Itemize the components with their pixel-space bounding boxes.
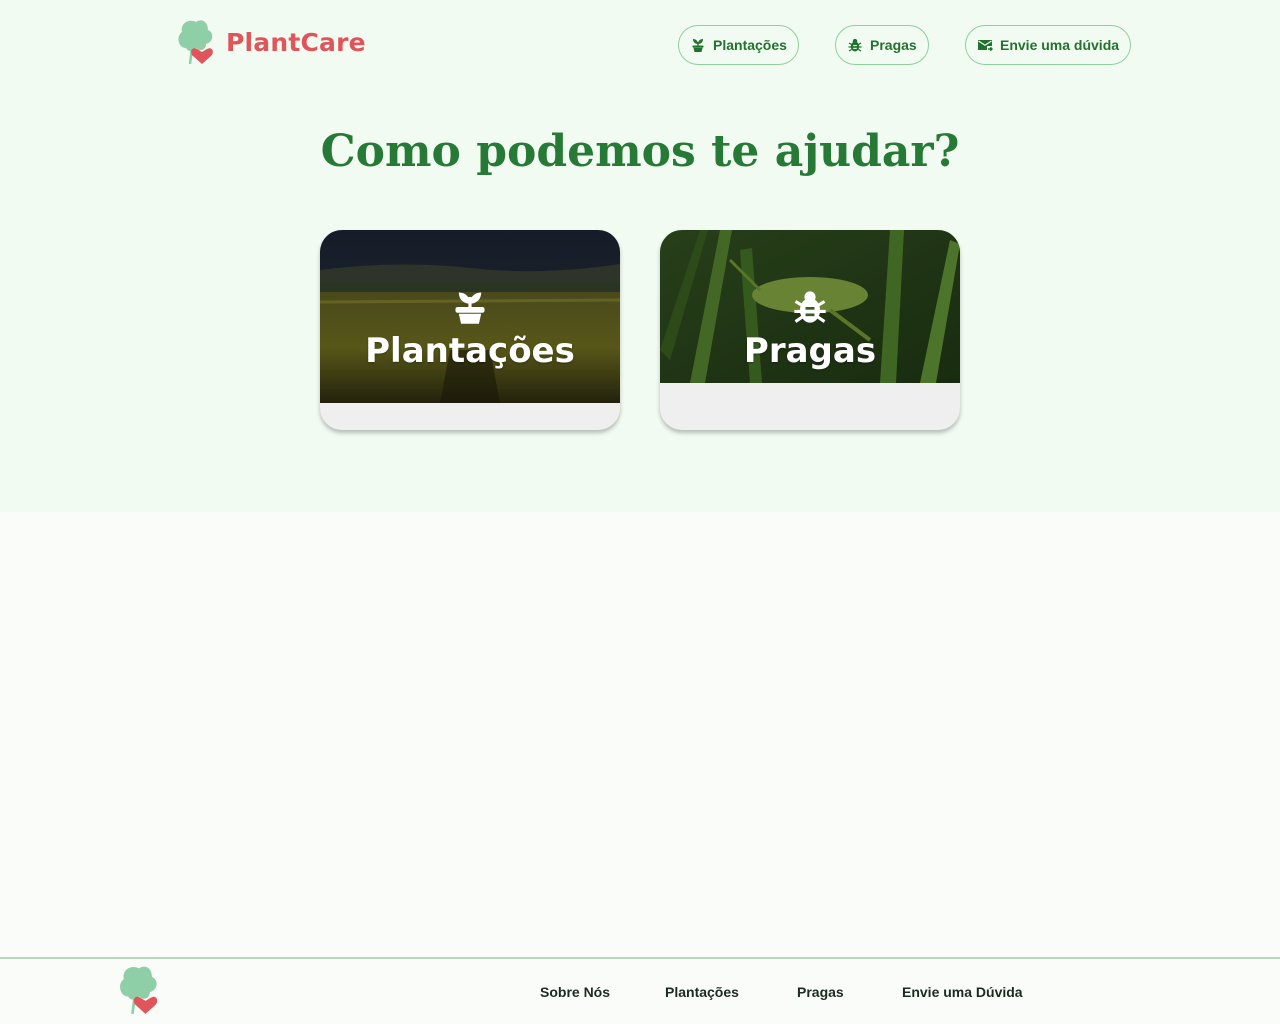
card-content: Plantações (320, 288, 620, 371)
nav-button-plantacoes[interactable]: Plantações (678, 25, 799, 65)
nav-button-pragas[interactable]: Pragas (835, 25, 929, 65)
sprout-pot-icon (455, 292, 485, 324)
footer-link-pragas[interactable]: Pragas (797, 984, 844, 1000)
page-title: Como podemos te ajudar? (320, 126, 960, 177)
nav-button-envie-duvida[interactable]: Envie uma dúvida (965, 25, 1132, 65)
top-section: PlantCare Plantações Pragas Envie uma dú… (0, 0, 1280, 512)
mail-send-icon (978, 40, 993, 52)
logo[interactable]: PlantCare (176, 18, 366, 66)
card-label: Plantações (365, 331, 575, 371)
footer: Sobre Nós Plantações Pragas Envie uma Dú… (0, 957, 1280, 1024)
plant-heart-logo-icon (120, 966, 158, 1015)
card-plantacoes[interactable]: Plantações (320, 230, 620, 430)
nav-label: Plantações (713, 37, 787, 53)
brand-name: PlantCare (226, 27, 366, 57)
footer-link-plantacoes[interactable]: Plantações (665, 984, 739, 1000)
card-label: Pragas (743, 331, 877, 371)
nav-label: Envie uma dúvida (1000, 37, 1120, 53)
plant-heart-logo-icon (178, 20, 213, 65)
nav-label: Pragas (870, 37, 917, 53)
card-content: Pragas (660, 288, 960, 371)
sprout-pot-icon (692, 39, 704, 52)
footer-link-sobre-nos[interactable]: Sobre Nós (540, 984, 610, 1000)
card-pragas[interactable]: Pragas (660, 230, 960, 430)
footer-link-envie-duvida[interactable]: Envie uma Dúvida (902, 984, 1023, 1000)
bug-icon (848, 38, 862, 52)
bug-icon (794, 291, 826, 323)
footer-logo[interactable] (117, 964, 161, 1021)
